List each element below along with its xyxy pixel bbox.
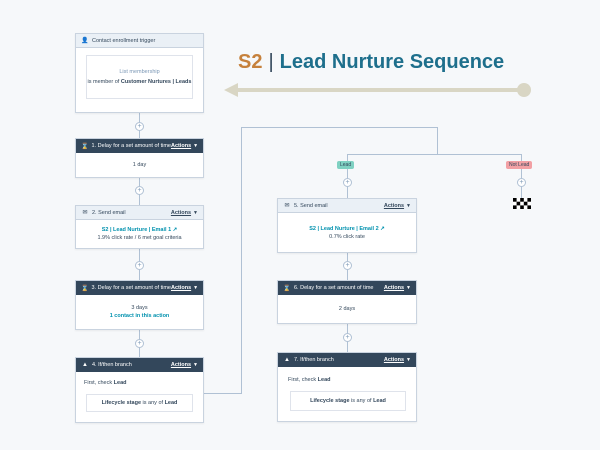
card-title: 5. Send email <box>294 202 328 209</box>
email-link[interactable]: S2 | Lead Nurture | Email 1 <box>102 227 171 233</box>
add-step-button[interactable]: + <box>135 122 144 131</box>
card-title: 3. Delay for a set amount of time <box>91 285 171 291</box>
branch-label-lead: Lead <box>337 161 355 169</box>
card-header: 👤 Contact enrollment trigger <box>76 34 203 48</box>
card-header: ✉ 5. Send email Actions ▼ <box>278 199 416 213</box>
step-3-delay-card[interactable]: ⌛ 3. Delay for a set amount of time Acti… <box>75 280 204 330</box>
branch-icon: ▲ <box>284 357 290 363</box>
title-text: Lead Nurture Sequence <box>279 50 505 73</box>
add-step-button[interactable]: + <box>343 333 352 342</box>
step-5-email-card[interactable]: ✉ 5. Send email Actions ▼ S2 | Lead Nurtu… <box>277 198 417 253</box>
email-icon: ✉ <box>82 210 88 216</box>
trigger-criteria-box[interactable]: List membership is member of Customer Nu… <box>86 55 193 99</box>
add-step-button[interactable]: + <box>135 186 144 195</box>
email-icon: ✉ <box>284 203 290 209</box>
check-value: Lead <box>317 377 331 383</box>
step-7-branch-card[interactable]: ▲ 7. If/then branch Actions ▼ First, chec… <box>277 352 417 422</box>
add-step-button[interactable]: + <box>343 261 352 270</box>
check-value: Lead <box>113 380 127 386</box>
list-membership-label: List membership <box>119 68 160 75</box>
chevron-down-icon: ▼ <box>193 362 198 368</box>
card-header: ⌛ 3. Delay for a set amount of time Acti… <box>76 281 203 295</box>
email-link[interactable]: S2 | Lead Nurture | Email 2 <box>309 226 378 232</box>
branch-check-text: First, check Lead <box>288 377 331 383</box>
check-prefix: First, check <box>288 377 317 383</box>
criteria-field: Lifecycle stage <box>101 400 142 406</box>
step-1-delay-card[interactable]: ⌛ 1. Delay for a set amount of time Acti… <box>75 138 204 178</box>
list-name: Customer Nurtures | Leads <box>120 78 192 85</box>
hourglass-icon: ⌛ <box>81 143 89 150</box>
email-stats: 0.7% click rate <box>329 233 365 240</box>
card-title: 6. Delay for a set amount of time <box>294 285 374 291</box>
add-step-button[interactable]: + <box>517 178 526 187</box>
criteria-operator: is any of <box>351 398 372 404</box>
hourglass-icon: ⌛ <box>283 285 291 292</box>
chevron-down-icon: ▼ <box>193 285 199 291</box>
card-title: 4. If/then branch <box>92 362 132 368</box>
criteria-value: Lead <box>373 398 386 404</box>
card-title: Contact enrollment trigger <box>92 37 156 44</box>
chevron-down-icon: ▼ <box>406 285 411 291</box>
external-link-icon[interactable]: ↗ <box>173 227 178 233</box>
chevron-down-icon: ▼ <box>193 209 198 216</box>
card-title: 1. Delay for a set amount of time <box>91 143 171 149</box>
actions-dropdown[interactable]: Actions <box>384 285 404 291</box>
step-6-delay-card[interactable]: ⌛ 6. Delay for a set amount of time Acti… <box>277 280 417 324</box>
external-link-icon[interactable]: ↗ <box>380 226 385 232</box>
actions-dropdown[interactable]: Actions <box>171 143 191 149</box>
enrollment-trigger-card[interactable]: 👤 Contact enrollment trigger List member… <box>75 33 204 113</box>
title-prefix: S2 <box>238 50 263 73</box>
card-title: 2. Send email <box>92 209 126 216</box>
criteria-value: Lead <box>164 400 178 406</box>
condition-prefix: is member of <box>87 78 120 85</box>
trigger-condition: is member of Customer Nurtures | Leads <box>88 78 192 86</box>
actions-dropdown[interactable]: Actions <box>384 203 404 209</box>
title-separator: | <box>268 50 274 73</box>
chevron-down-icon: ▼ <box>193 143 199 149</box>
chevron-down-icon: ▼ <box>406 357 411 363</box>
finish-flag-icon <box>513 198 531 209</box>
page-title: S2 | Lead Nurture Sequence <box>238 48 504 76</box>
card-header: ⌛ 1. Delay for a set amount of time Acti… <box>76 139 203 153</box>
chevron-down-icon: ▼ <box>406 202 411 209</box>
card-header: ⌛ 6. Delay for a set amount of time Acti… <box>278 281 416 295</box>
actions-dropdown[interactable]: Actions <box>171 285 191 291</box>
branch-icon: ▲ <box>82 362 88 368</box>
left-arrow-icon <box>224 83 531 97</box>
branch-criteria-box[interactable]: Lifecycle stage is any of Lead <box>290 391 406 411</box>
email-stats: 1.9% click rate / 6 met goal criteria <box>97 235 182 241</box>
step-4-branch-card[interactable]: ▲ 4. If/then branch Actions ▼ First, chec… <box>75 357 204 423</box>
contacts-in-action-link[interactable]: 1 contact in this action <box>110 313 170 319</box>
actions-dropdown[interactable]: Actions <box>171 362 191 368</box>
criteria-operator: is any of <box>142 400 164 406</box>
branch-check-text: First, check Lead <box>84 380 127 386</box>
add-step-button[interactable]: + <box>135 261 144 270</box>
actions-dropdown[interactable]: Actions <box>384 357 404 363</box>
check-prefix: First, check <box>84 380 113 386</box>
add-step-button[interactable]: + <box>343 178 352 187</box>
actions-dropdown[interactable]: Actions <box>171 210 191 216</box>
card-title: 7. If/then branch <box>294 357 334 363</box>
hourglass-icon: ⌛ <box>81 285 89 292</box>
branch-label-not-lead: Not Lead <box>506 161 533 169</box>
card-header: ✉ 2. Send email Actions ▼ <box>76 206 203 220</box>
card-header: ▲ 7. If/then branch Actions ▼ <box>278 353 416 367</box>
step-2-email-card[interactable]: ✉ 2. Send email Actions ▼ S2 | Lead Nurtu… <box>75 205 204 249</box>
person-icon: 👤 <box>81 38 89 44</box>
delay-value: 2 days <box>338 306 356 312</box>
criteria-field: Lifecycle stage <box>310 398 350 404</box>
card-header: ▲ 4. If/then branch Actions ▼ <box>76 358 203 372</box>
delay-value: 3 days <box>131 305 148 311</box>
add-step-button[interactable]: + <box>135 339 144 348</box>
delay-value: 1 day <box>132 162 147 168</box>
branch-criteria-box[interactable]: Lifecycle stage is any of Lead <box>86 394 193 412</box>
